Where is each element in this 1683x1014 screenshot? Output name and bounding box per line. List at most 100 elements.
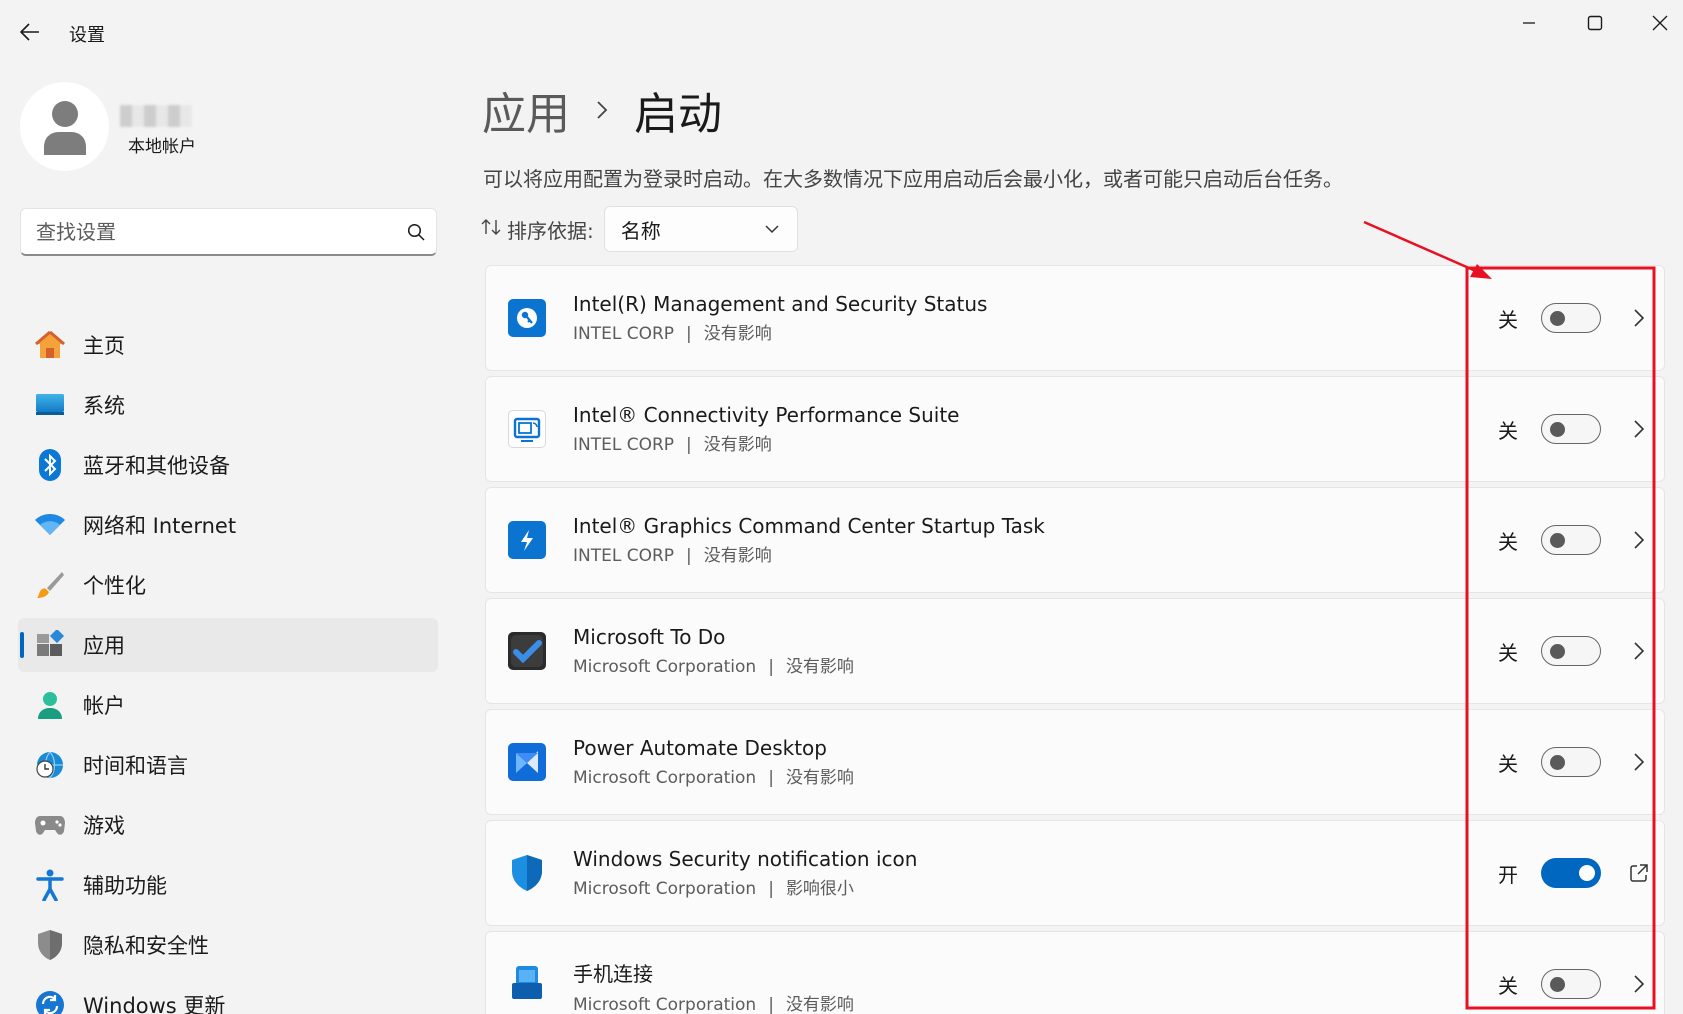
accessibility-icon: [33, 868, 67, 902]
chevron-right-icon[interactable]: [1626, 416, 1652, 442]
app-publisher: INTEL CORP: [573, 546, 675, 566]
phone-link-icon: [508, 965, 546, 1003]
person-icon: [43, 100, 86, 155]
home-icon: [33, 328, 67, 362]
windows-security-icon: [508, 854, 546, 892]
startup-toggle[interactable]: [1541, 858, 1601, 888]
startup-toggle[interactable]: [1541, 414, 1601, 444]
maximize-button[interactable]: [1580, 8, 1610, 38]
avatar[interactable]: [20, 82, 109, 171]
toggle-knob: [1550, 977, 1565, 992]
list-item[interactable]: Intel® Connectivity Performance Suite IN…: [485, 376, 1665, 482]
sidebar: 本地帐户 主页 系统 蓝牙和其他设备: [0, 60, 450, 1014]
title-bar: 设置: [0, 0, 1683, 60]
app-text: Microsoft To Do Microsoft Corporation | 没有…: [573, 625, 854, 677]
minimize-icon: [1523, 22, 1535, 24]
sidebar-item-label: 应用: [83, 634, 125, 658]
startup-toggle[interactable]: [1541, 525, 1601, 555]
sidebar-item-time-language[interactable]: 时间和语言: [18, 738, 438, 792]
sort-label: 排序依据:: [507, 218, 594, 243]
chevron-down-icon: [765, 224, 779, 233]
intel-graphics-icon: [508, 521, 546, 559]
toggle-knob: [1550, 533, 1565, 548]
toggle-state-label: 关: [1498, 418, 1518, 443]
gamepad-icon: [33, 808, 67, 842]
sidebar-item-system[interactable]: 系统: [18, 378, 438, 432]
list-item[interactable]: Intel® Graphics Command Center Startup T…: [485, 487, 1665, 593]
startup-toggle[interactable]: [1541, 303, 1601, 333]
startup-toggle[interactable]: [1541, 636, 1601, 666]
app-name: Intel® Connectivity Performance Suite: [573, 403, 960, 427]
sidebar-item-gaming[interactable]: 游戏: [18, 798, 438, 852]
back-arrow-icon: [20, 23, 39, 41]
app-impact: 没有影响: [785, 768, 854, 788]
startup-app-list: Intel(R) Management and Security Status …: [485, 265, 1665, 1014]
list-item[interactable]: 手机连接 Microsoft Corporation | 没有影响 关: [485, 931, 1665, 1014]
sidebar-item-personalization[interactable]: 个性化: [18, 558, 438, 612]
system-icon: [33, 388, 67, 422]
app-text: Intel(R) Management and Security Status …: [573, 292, 987, 344]
app-meta: Microsoft Corporation | 没有影响: [573, 768, 854, 788]
shield-icon: [33, 928, 67, 962]
sidebar-item-label: 主页: [83, 334, 125, 358]
app-impact: 没有影响: [703, 546, 772, 566]
chevron-right-icon[interactable]: [1626, 527, 1652, 553]
sidebar-item-label: 帐户: [83, 694, 125, 718]
sidebar-item-label: 蓝牙和其他设备: [83, 454, 230, 478]
chevron-right-icon[interactable]: [1626, 971, 1652, 997]
startup-toggle[interactable]: [1541, 747, 1601, 777]
app-publisher: Microsoft Corporation: [573, 995, 757, 1014]
update-icon: [33, 988, 67, 1014]
app-title: 设置: [69, 25, 105, 46]
app-impact: 没有影响: [785, 995, 854, 1014]
sidebar-item-windows-update[interactable]: Windows 更新: [18, 978, 438, 1014]
sidebar-item-home[interactable]: 主页: [18, 318, 438, 372]
breadcrumb-parent[interactable]: 应用: [482, 78, 570, 142]
toggle-knob: [1550, 422, 1565, 437]
app-impact: 影响很小: [785, 879, 854, 899]
sidebar-item-label: 时间和语言: [83, 754, 188, 778]
startup-toggle[interactable]: [1541, 969, 1601, 999]
sidebar-item-label: 网络和 Internet: [83, 514, 237, 538]
sidebar-item-label: 辅助功能: [83, 874, 167, 898]
sort-value: 名称: [620, 218, 661, 243]
list-item[interactable]: Microsoft To Do Microsoft Corporation | 没有…: [485, 598, 1665, 704]
user-name-redacted: [120, 105, 192, 127]
minimize-button[interactable]: [1514, 8, 1544, 38]
sidebar-nav: 主页 系统 蓝牙和其他设备 网络和 Internet 个性化 应用 帐户 时间和…: [18, 318, 438, 1014]
sidebar-item-bluetooth[interactable]: 蓝牙和其他设备: [18, 438, 438, 492]
power-automate-icon: [508, 743, 546, 781]
back-button[interactable]: [18, 20, 42, 44]
globe-clock-icon: [33, 748, 67, 782]
list-item[interactable]: Intel(R) Management and Security Status …: [485, 265, 1665, 371]
app-name: Windows Security notification icon: [573, 847, 918, 871]
app-meta: INTEL CORP | 没有影响: [573, 546, 772, 566]
app-name: Intel(R) Management and Security Status: [573, 292, 988, 316]
list-item[interactable]: Windows Security notification icon Micro…: [485, 820, 1665, 926]
toggle-state-label: 关: [1498, 751, 1518, 776]
sidebar-item-privacy[interactable]: 隐私和安全性: [18, 918, 438, 972]
sidebar-item-label: 系统: [83, 394, 125, 418]
chevron-right-icon[interactable]: [1626, 749, 1652, 775]
sidebar-item-label: Windows 更新: [83, 994, 226, 1014]
sidebar-item-network[interactable]: 网络和 Internet: [18, 498, 438, 552]
apps-icon: [33, 628, 67, 662]
sort-dropdown[interactable]: 名称: [603, 206, 798, 252]
sidebar-item-label: 隐私和安全性: [83, 934, 209, 958]
brush-icon: [33, 568, 67, 602]
search-icon[interactable]: [396, 223, 436, 241]
chevron-right-icon[interactable]: [1626, 638, 1652, 664]
sidebar-item-accessibility[interactable]: 辅助功能: [18, 858, 438, 912]
search-input[interactable]: [21, 219, 396, 244]
open-external-icon[interactable]: [1626, 860, 1652, 886]
toggle-state-label: 关: [1498, 307, 1518, 332]
list-item[interactable]: Power Automate Desktop Microsoft Corpora…: [485, 709, 1665, 815]
sidebar-item-apps[interactable]: 应用: [18, 618, 438, 672]
chevron-right-icon[interactable]: [1626, 305, 1652, 331]
app-text: Intel® Graphics Command Center Startup T…: [573, 514, 1045, 566]
close-button[interactable]: [1645, 8, 1675, 38]
chevron-right-icon: [582, 99, 622, 121]
breadcrumb: 应用 启动: [482, 78, 722, 142]
app-publisher: Microsoft Corporation: [573, 657, 757, 677]
sidebar-item-accounts[interactable]: 帐户: [18, 678, 438, 732]
